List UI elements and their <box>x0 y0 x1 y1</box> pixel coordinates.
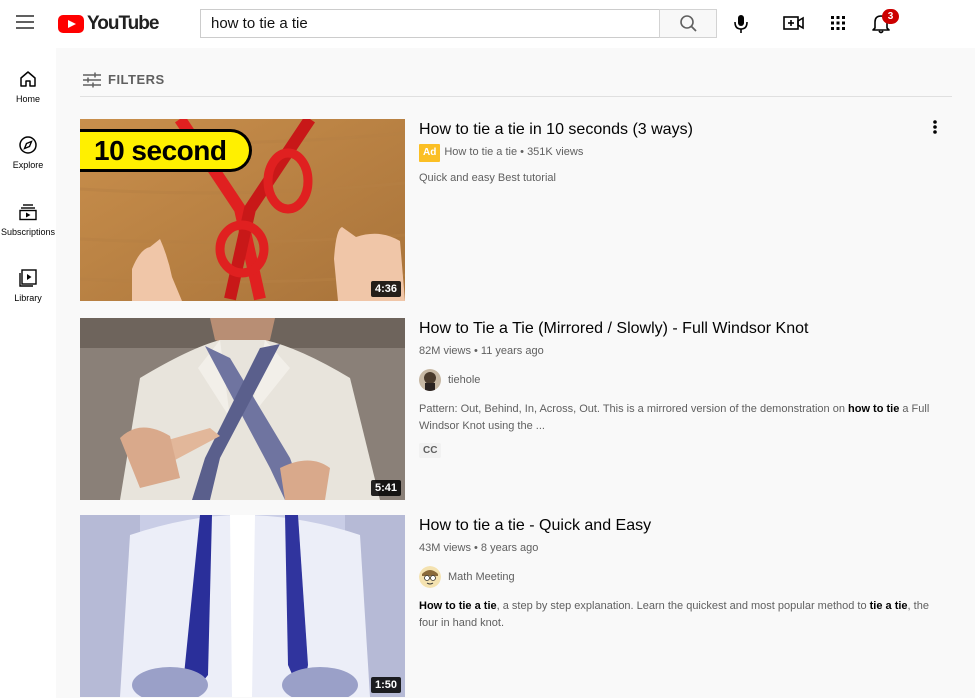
video-duration: 1:50 <box>370 677 401 693</box>
channel-name: tiehole <box>448 374 481 386</box>
menu-icon[interactable] <box>16 14 36 32</box>
youtube-logo[interactable]: YouTube <box>58 13 159 35</box>
description-highlight: tie a tie <box>869 600 908 612</box>
notification-badge: 3 <box>882 9 899 24</box>
voice-search-button[interactable] <box>728 9 754 38</box>
filters-label: FILTERS <box>108 72 165 87</box>
sidebar-item-subscriptions[interactable]: Subscriptions <box>0 201 56 261</box>
channel-link[interactable]: Math Meeting <box>419 566 939 588</box>
sidebar: Home Explore Subscriptions Library <box>0 48 56 698</box>
create-video-button[interactable] <box>782 12 806 34</box>
cc-badge: CC <box>419 443 442 458</box>
search-button[interactable] <box>659 9 717 38</box>
search-input[interactable]: how to tie a tie <box>200 9 660 38</box>
avatar <box>419 566 441 588</box>
sidebar-item-home[interactable]: Home <box>0 68 56 128</box>
filter-icon <box>83 72 101 88</box>
logo-text: YouTube <box>87 13 159 34</box>
apps-button[interactable] <box>827 12 849 34</box>
channel-name: Math Meeting <box>448 571 515 583</box>
search-icon <box>680 15 697 32</box>
avatar <box>419 369 441 391</box>
video-result: 5:41 How to Tie a Tie (Mirrored / Slowly… <box>80 318 960 500</box>
thumbnail-image <box>80 515 405 697</box>
video-result: 1:50 How to tie a tie - Quick and Easy 4… <box>80 515 960 697</box>
sidebar-item-label: Library <box>14 293 42 303</box>
description-text: , a step by step explanation. Learn the … <box>496 600 870 612</box>
sidebar-item-library[interactable]: Library <box>0 267 56 327</box>
video-info: How to tie a tie - Quick and Easy 43M vi… <box>419 515 939 632</box>
filters-button[interactable]: FILTERS <box>80 68 952 97</box>
video-duration: 4:36 <box>370 281 401 297</box>
video-meta: 82M views • 11 years ago <box>419 345 544 357</box>
description-highlight: how to tie <box>848 403 900 415</box>
sidebar-item-label: Home <box>15 94 40 104</box>
video-title[interactable]: How to tie a tie - Quick and Easy <box>419 515 939 537</box>
video-info: How to tie a tie in 10 seconds (3 ways) … <box>419 119 939 187</box>
description-highlight: How to tie a tie <box>419 600 497 612</box>
compass-icon <box>19 136 37 154</box>
library-icon <box>19 269 37 287</box>
video-duration: 5:41 <box>370 480 401 496</box>
create-video-icon <box>783 16 804 30</box>
thumbnail-caption-text: 10 second <box>94 134 227 166</box>
thumbnail-image <box>80 318 405 500</box>
video-meta: Ad How to tie a tie • 351K views <box>419 144 939 162</box>
top-bar: YouTube how to tie a tie 3 <box>0 0 975 48</box>
video-meta-text: How to tie a tie • 351K views <box>444 146 584 158</box>
sidebar-item-explore[interactable]: Explore <box>0 134 56 194</box>
video-thumbnail[interactable]: 5:41 <box>80 318 405 500</box>
video-title[interactable]: How to tie a tie in 10 seconds (3 ways) <box>419 119 939 141</box>
video-description: How to tie a tie, a step by step explana… <box>419 598 939 632</box>
video-result: 10 second 4:36 How to tie a tie in 10 se… <box>80 119 960 301</box>
more-options-button[interactable] <box>925 119 945 139</box>
video-thumbnail[interactable]: 1:50 <box>80 515 405 697</box>
video-thumbnail[interactable]: 10 second 4:36 <box>80 119 405 301</box>
microphone-icon <box>734 15 748 33</box>
video-title[interactable]: How to Tie a Tie (Mirrored / Slowly) - F… <box>419 318 939 340</box>
apps-grid-icon <box>831 16 845 30</box>
video-meta: 43M views • 8 years ago <box>419 542 539 554</box>
sidebar-item-label: Explore <box>12 160 44 170</box>
video-info: How to Tie a Tie (Mirrored / Slowly) - F… <box>419 318 939 458</box>
thumbnail-caption: 10 second <box>80 129 252 172</box>
ad-badge: Ad <box>419 144 441 162</box>
more-vert-icon <box>933 120 937 134</box>
video-description: Quick and easy Best tutorial <box>419 172 556 184</box>
subscriptions-icon <box>19 204 37 221</box>
sidebar-item-label: Subscriptions <box>0 227 56 237</box>
youtube-play-icon <box>58 15 84 33</box>
channel-link[interactable]: tiehole <box>419 369 939 391</box>
video-description: Pattern: Out, Behind, In, Across, Out. T… <box>419 401 939 435</box>
home-icon <box>20 71 36 87</box>
description-text: Pattern: Out, Behind, In, Across, Out. T… <box>419 403 848 415</box>
